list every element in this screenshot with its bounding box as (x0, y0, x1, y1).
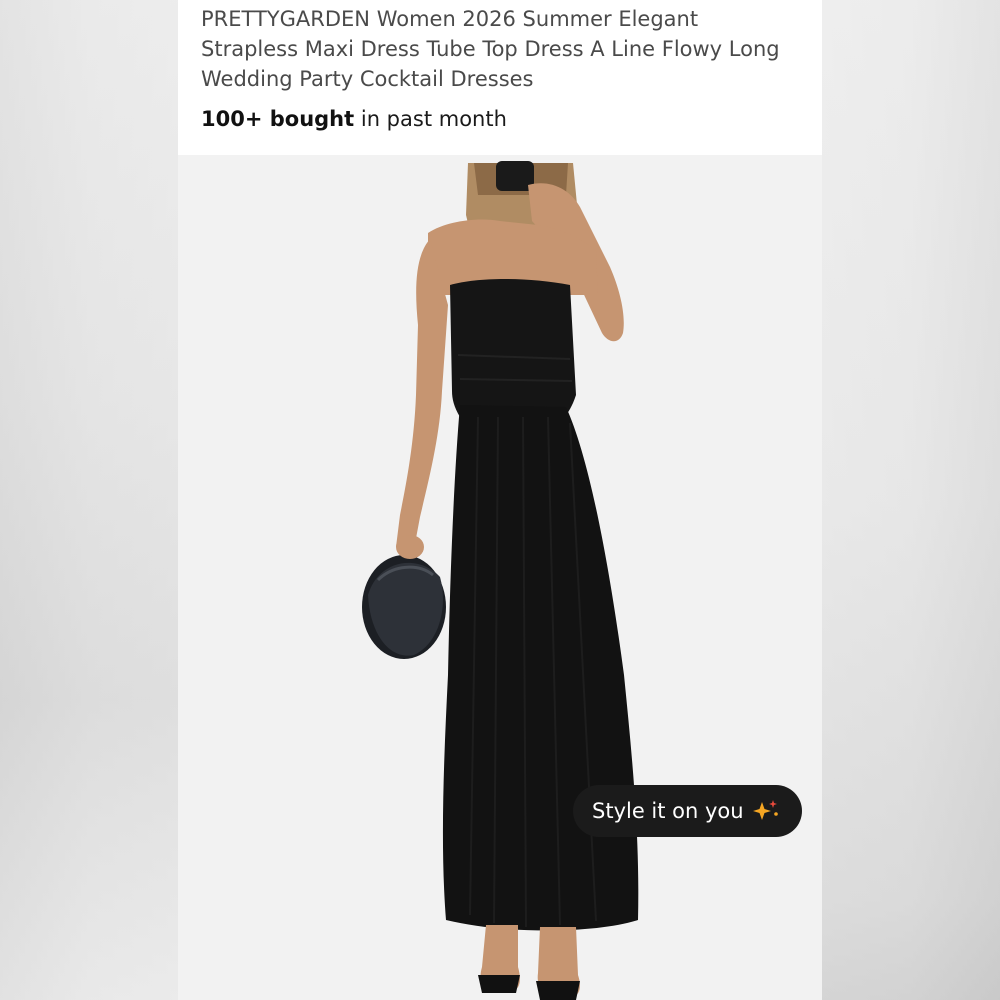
left-backdrop (0, 0, 178, 1000)
bought-suffix: in past month (354, 107, 507, 131)
product-header: PRETTYGARDEN Women 2026 Summer Elegant S… (178, 0, 822, 155)
product-image-area[interactable] (178, 155, 822, 1000)
bought-indicator: 100+ bought in past month (201, 104, 507, 134)
product-image[interactable] (178, 155, 822, 1000)
style-it-on-you-button[interactable]: Style it on you (573, 785, 802, 837)
sparkle-icon (753, 800, 778, 820)
bought-count: 100+ bought (201, 107, 355, 131)
product-panel: PRETTYGARDEN Women 2026 Summer Elegant S… (178, 0, 822, 1000)
product-title[interactable]: PRETTYGARDEN Women 2026 Summer Elegant S… (201, 4, 801, 94)
right-backdrop (822, 0, 1000, 1000)
style-it-on-you-label: Style it on you (592, 799, 744, 823)
